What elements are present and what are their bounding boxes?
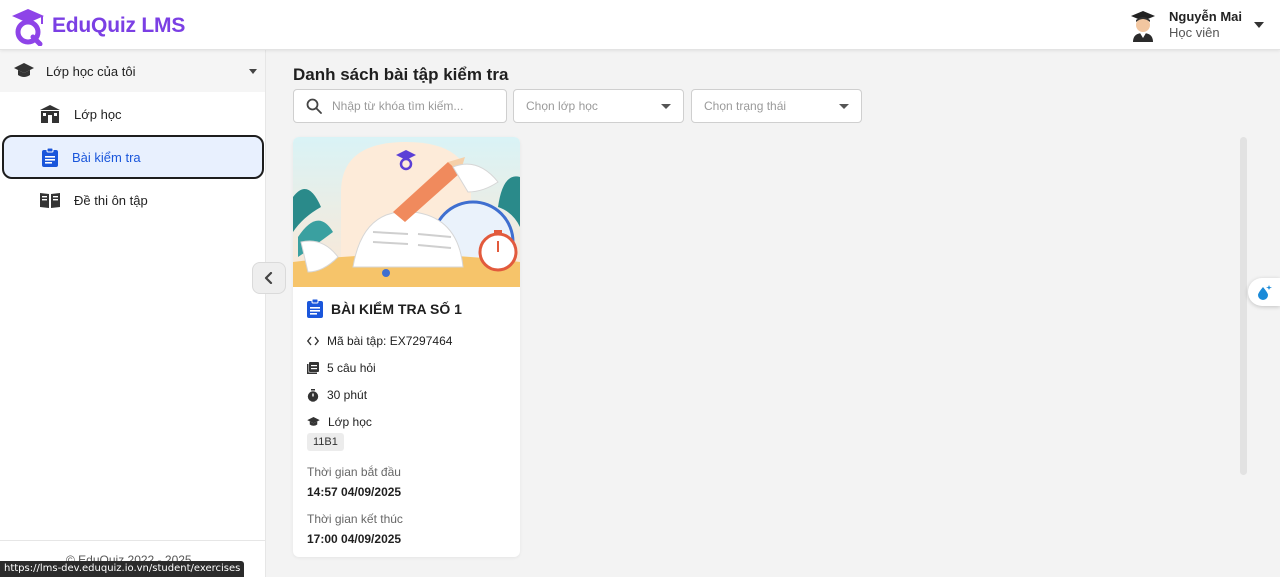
app-logo[interactable]: EduQuiz LMS — [8, 6, 185, 46]
exercise-banner-image — [293, 137, 520, 287]
sidebar: Lớp học của tôi Lớp học Bài kiểm tra Đề … — [0, 50, 266, 577]
user-role: Học viên — [1169, 25, 1220, 40]
duration: 30 phút — [327, 388, 368, 402]
status-select-placeholder: Chọn trạng thái — [704, 99, 787, 113]
page-title: Danh sách bài tập kiểm tra — [293, 65, 509, 84]
theme-toggle-button[interactable] — [1248, 278, 1280, 306]
top-header: EduQuiz LMS Nguyễn Mai Học viên — [0, 0, 1280, 50]
end-time-value: 17:00 04/09/2025 — [307, 532, 402, 546]
caret-down-icon — [661, 104, 671, 109]
search-icon — [306, 98, 322, 114]
timer-icon — [307, 388, 319, 402]
exercise-title-text: BÀI KIỂM TRA SỐ 1 — [331, 300, 462, 317]
exercise-code-row: Mã bài tập: EX7297464 — [307, 334, 452, 348]
status-select[interactable]: Chọn trạng thái — [691, 89, 862, 123]
duration-row: 30 phút — [307, 388, 367, 402]
start-time-label: Thời gian bắt đầu — [307, 465, 401, 479]
search-field[interactable] — [293, 89, 507, 123]
sidebar-group-my-classes[interactable]: Lớp học của tôi — [0, 50, 265, 92]
user-menu[interactable]: Nguyễn Mai Học viên — [1127, 8, 1264, 42]
sidebar-item-classes[interactable]: Lớp học — [2, 92, 264, 136]
class-label: Lớp học — [328, 415, 372, 429]
question-count: 5 câu hỏi — [327, 361, 376, 375]
sidebar-item-tests[interactable]: Bài kiểm tra — [2, 135, 264, 179]
graduation-cap-icon — [307, 417, 320, 426]
sidebar-item-review-exams[interactable]: Đề thi ôn tập — [2, 178, 264, 222]
avatar — [1131, 11, 1156, 42]
collapse-sidebar-button[interactable] — [252, 262, 286, 294]
sidebar-item-label: Bài kiểm tra — [72, 149, 141, 165]
class-chip: 11B1 — [307, 433, 344, 451]
caret-down-icon — [839, 104, 849, 109]
search-input[interactable] — [332, 99, 492, 113]
user-name: Nguyễn Mai — [1169, 9, 1242, 24]
clipboard-icon — [42, 147, 58, 167]
scrollbar[interactable] — [1240, 137, 1247, 475]
exercise-card[interactable]: BÀI KIỂM TRA SỐ 1 Mã bài tập: EX7297464 … — [293, 137, 520, 557]
end-time-label: Thời gian kết thúc — [307, 512, 403, 526]
sidebar-item-label: Đề thi ôn tập — [74, 192, 148, 208]
class-select[interactable]: Chọn lớp học — [513, 89, 684, 123]
caret-down-icon[interactable] — [1254, 22, 1264, 28]
water-drop-icon — [1258, 285, 1272, 300]
book-icon — [40, 193, 60, 208]
graduation-cap-icon — [14, 63, 34, 77]
school-icon — [40, 105, 60, 123]
class-select-placeholder: Chọn lớp học — [526, 99, 598, 113]
sidebar-item-label: Lớp học — [74, 106, 122, 122]
app-name: EduQuiz LMS — [52, 14, 186, 37]
chevron-left-icon — [264, 272, 273, 284]
clipboard-icon — [307, 299, 323, 318]
caret-down-icon — [249, 69, 257, 74]
question-count-row: 5 câu hỏi — [307, 361, 376, 375]
start-time-value: 14:57 04/09/2025 — [307, 485, 402, 499]
link-status-bar: https://lms-dev.eduquiz.io.vn/student/ex… — [0, 561, 245, 577]
sidebar-group-label: Lớp học của tôi — [46, 63, 136, 79]
quiz-icon — [307, 362, 319, 374]
exercise-title[interactable]: BÀI KIỂM TRA SỐ 1 — [307, 299, 462, 318]
exercise-code: Mã bài tập: EX7297464 — [327, 334, 453, 348]
code-icon — [307, 336, 319, 346]
logo-icon — [12, 9, 44, 46]
class-row: Lớp học — [307, 415, 372, 429]
